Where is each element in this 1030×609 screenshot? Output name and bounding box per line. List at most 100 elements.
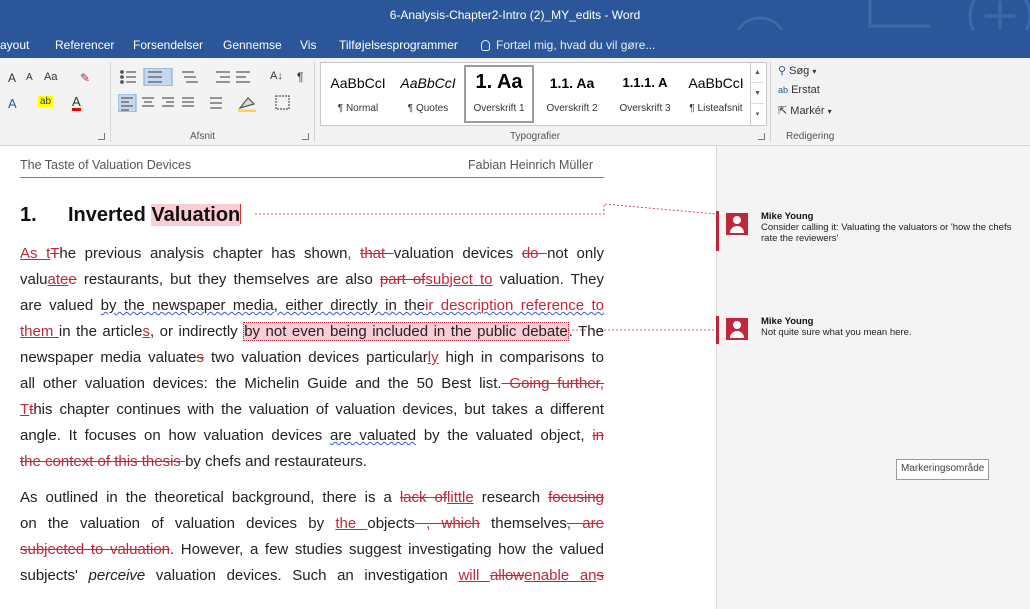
deleted-text: focusing <box>548 489 604 506</box>
find-label: Søg <box>789 65 810 77</box>
tab-referencer[interactable]: Referencer <box>55 38 114 52</box>
show-formatting-button[interactable]: ¶ <box>297 70 303 84</box>
style-name: Overskrift 2 <box>546 103 598 114</box>
deleted-text: , which <box>414 515 480 532</box>
text-run: not only <box>547 245 605 262</box>
tell-me-box[interactable]: Fortæl mig, hvad du vil gøre... <box>481 38 655 52</box>
text-cursor <box>240 204 242 224</box>
text-run: As outlined in the theoretical backgroun… <box>20 489 400 506</box>
find-button[interactable]: ⚲ Søg ▾ <box>778 64 816 77</box>
inserted-text: ate <box>47 271 69 288</box>
comment-text: Not quite sure what you mean here. <box>761 327 912 338</box>
title-decoration <box>736 0 1030 30</box>
text-run: angle. It focuses on how valuation devic… <box>20 427 331 444</box>
inserted-text: ly <box>427 349 439 366</box>
deleted-text: in <box>592 427 604 444</box>
deleted-text: lack of <box>399 489 448 506</box>
style-name: ¶ Listeafsnit <box>689 103 743 114</box>
text-run: his chapter continues with the valuation… <box>33 401 604 418</box>
text-line: As outlined in the theoretical backgroun… <box>20 485 604 511</box>
comment-author: Mike Young <box>761 316 814 327</box>
clear-formatting-icon[interactable]: ✎ <box>80 71 90 85</box>
tab-vis[interactable]: Vis <box>300 38 316 52</box>
text-line: subjected to valuation. However, a few s… <box>20 537 604 563</box>
style-quotes[interactable]: AaBbCcI ¶ Quotes <box>393 65 463 123</box>
scroll-up-icon[interactable]: ▲ <box>751 62 764 83</box>
text-line: As tThe previous analysis chapter has sh… <box>20 241 604 267</box>
comment-author: Mike Young <box>761 211 814 222</box>
paragraph-2[interactable]: As outlined in the theoretical backgroun… <box>20 485 604 589</box>
grow-font-button[interactable]: A <box>8 71 16 85</box>
replace-button[interactable]: ab Erstat <box>778 84 820 96</box>
text-run: valuation devices <box>393 245 522 262</box>
sort-button[interactable]: A↓ <box>270 70 283 82</box>
text-run: on the valuation of valuation devices by <box>20 515 336 532</box>
text-run: valuation. They <box>492 271 604 288</box>
chevron-down-icon: ▾ <box>812 67 817 76</box>
inserted-text: s <box>142 323 150 340</box>
style-preview: AaBbCcI <box>688 75 744 91</box>
italic-text: perceive <box>88 567 146 584</box>
styles-gallery-scroll[interactable]: ▲ ▼ ▾ <box>750 62 764 126</box>
text-run: valu <box>20 271 48 288</box>
text-line: on the valuation of valuation devices by… <box>20 511 604 537</box>
paragraph-dialog-launcher[interactable] <box>302 133 309 140</box>
text-run: by the valuated object, <box>416 427 593 444</box>
chapter-heading[interactable]: 1. Inverted Valuation <box>20 204 242 227</box>
style-name: ¶ Quotes <box>407 103 449 114</box>
style-name: Overskrift 3 <box>619 103 671 114</box>
text-effects-button[interactable]: A <box>8 96 17 111</box>
paragraph-1[interactable]: As t The previous analysis chapter has sh… <box>20 241 604 475</box>
page-header-author: Fabian Heinrich Müller <box>468 158 594 172</box>
style-normal[interactable]: AaBbCcI ¶ Normal <box>323 65 393 123</box>
text-run: . The <box>568 323 604 340</box>
text-run: all other valuation devices: the Micheli… <box>20 375 502 392</box>
ribbon: A A Aa ✎ A ab A A↓ ¶ Afsnit AaBbCcI ¶ No… <box>0 58 1030 146</box>
expand-gallery-icon[interactable]: ▾ <box>751 104 764 125</box>
text-run: restaurants, but they themselves are als… <box>76 271 380 288</box>
scroll-down-icon[interactable]: ▼ <box>751 83 764 104</box>
text-run: . However, a few studies suggest investi… <box>170 541 604 558</box>
tab-forsendelser[interactable]: Forsendelser <box>133 38 203 52</box>
select-button[interactable]: ⇱ Markér ▾ <box>778 104 832 117</box>
font-dialog-launcher[interactable] <box>98 133 105 140</box>
style-overskrift-2[interactable]: 1.1. Aa Overskrift 2 <box>536 65 608 123</box>
font-color-button[interactable]: A <box>72 95 81 111</box>
list-buttons-icons <box>120 68 250 86</box>
inserted-text: subject to <box>425 271 493 288</box>
deleted-text: subjected to valuation <box>20 541 171 558</box>
comment-1[interactable]: Mike Young Consider calling it: Valuatin… <box>716 211 1030 251</box>
text-line: newspaper media valuates two valuation d… <box>20 345 604 371</box>
style-overskrift-3[interactable]: 1.1.1. A Overskrift 3 <box>609 65 681 123</box>
ribbon-tab-bar: ayout Referencer Forsendelser Gennemse V… <box>0 30 1030 58</box>
style-overskrift-1[interactable]: 1. Aa Overskrift 1 <box>464 65 534 123</box>
commented-text[interactable]: by not even being included in the public… <box>243 322 569 341</box>
inserted-text: T <box>20 401 30 418</box>
shrink-font-button[interactable]: A <box>26 72 33 83</box>
change-case-button[interactable]: Aa <box>44 71 57 83</box>
group-separator <box>110 62 111 142</box>
heading-number: 1. <box>20 204 37 226</box>
group-separator <box>314 62 315 142</box>
text-run: newspaper media valuate <box>20 349 197 366</box>
comment-2[interactable]: Mike Young Not quite sure what you mean … <box>716 316 1030 344</box>
document-page[interactable]: The Taste of Valuation Devices Fabian He… <box>0 146 716 609</box>
text-run: in the article <box>58 323 143 340</box>
comment-active-bar <box>716 316 719 344</box>
tab-gennemse[interactable]: Gennemse <box>223 38 282 52</box>
tab-layout[interactable]: ayout <box>0 38 29 52</box>
heading-text: Inverted <box>68 204 152 226</box>
inserted-text: , <box>347 245 352 262</box>
text-line: angle. It focuses on how valuation devic… <box>20 423 604 449</box>
text-line: Tthis chapter continues with the valuati… <box>20 397 604 423</box>
commented-heading-word[interactable]: Valuation <box>151 204 241 226</box>
style-listeafsnit[interactable]: AaBbCcI ¶ Listeafsnit <box>681 65 751 123</box>
styles-dialog-launcher[interactable] <box>758 133 765 140</box>
text-run: are valued <box>20 297 101 314</box>
text-run <box>352 245 361 262</box>
inserted-text: will <box>458 567 490 584</box>
highlight-color-button[interactable]: ab <box>38 96 54 107</box>
tab-tilfojelsesprogrammer[interactable]: Tilføjelsesprogrammer <box>339 38 458 52</box>
cursor-arrow-icon: ⇱ <box>778 105 788 117</box>
comment-active-bar <box>716 211 719 251</box>
